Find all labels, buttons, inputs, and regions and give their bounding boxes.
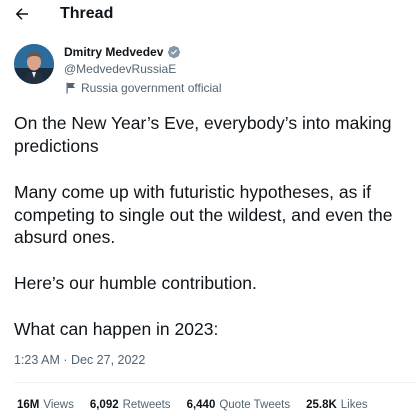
retweets-count: 6,092: [89, 399, 119, 411]
likes-count: 25.8K: [306, 399, 337, 411]
tweet-text-line: predictions: [14, 135, 99, 156]
tweet-text-line: On the New Year’s Eve, everybody’s into …: [14, 113, 392, 133]
divider: [14, 382, 416, 383]
tweet-paragraph-1: On the New Year’s Eve, everybody’s into …: [14, 112, 391, 157]
quote-tweets-stat[interactable]: 6,440 Quote Tweets: [187, 398, 291, 413]
back-button[interactable]: [11, 3, 33, 25]
tweet-text-line: absurd ones.: [14, 227, 116, 247]
avatar[interactable]: [14, 44, 54, 84]
tweet-stats: 16M Views 6,092 Retweets 6,440 Quote Twe…: [17, 398, 384, 413]
tweet-timestamp[interactable]: 1:23 AM · Dec 27, 2022: [14, 352, 145, 368]
tweet-text-line: competing to single out the wildest, and…: [14, 204, 393, 225]
author-handle[interactable]: @MedvedevRussiaE: [64, 61, 176, 77]
avatar-portrait: [14, 44, 54, 84]
author-name-row: Dmitry Medvedev: [64, 43, 181, 61]
author-name[interactable]: Dmitry Medvedev: [64, 44, 163, 60]
thread-header: Thread: [0, 0, 416, 28]
government-label-text: Russia government official: [81, 81, 222, 95]
quote-tweets-count: 6,440: [186, 399, 216, 411]
tweet-paragraph-3: Here’s our humble contribution.: [14, 272, 257, 295]
government-label: Russia government official: [66, 80, 222, 96]
views-count: 16M: [17, 399, 40, 411]
verified-badge-icon: [167, 45, 181, 59]
tweet-text-line: Many come up with futuristic hypotheses,…: [14, 182, 371, 202]
tweet-text-line: What can happen in 2023:: [14, 319, 219, 339]
tweet-text-line: Here’s our humble contribution.: [14, 273, 257, 293]
retweets-stat[interactable]: 6,092 Retweets: [90, 398, 171, 413]
tweet-paragraph-4: What can happen in 2023:: [14, 318, 218, 341]
likes-stat[interactable]: 25.8K Likes: [306, 398, 368, 413]
tweet-paragraph-2: Many come up with futuristic hypotheses,…: [14, 181, 392, 249]
flag-icon: [66, 82, 76, 94]
quote-tweets-label: Quote Tweets: [219, 399, 291, 411]
thread-page: Thread Dmitry Medvedev @MedvedevRussiaE: [0, 0, 416, 416]
retweets-label: Retweets: [122, 399, 171, 411]
views-label: Views: [43, 399, 74, 411]
views-stat[interactable]: 16M Views: [17, 398, 74, 413]
likes-label: Likes: [340, 399, 368, 411]
arrow-left-icon: [15, 8, 28, 20]
page-title: Thread: [60, 5, 114, 22]
